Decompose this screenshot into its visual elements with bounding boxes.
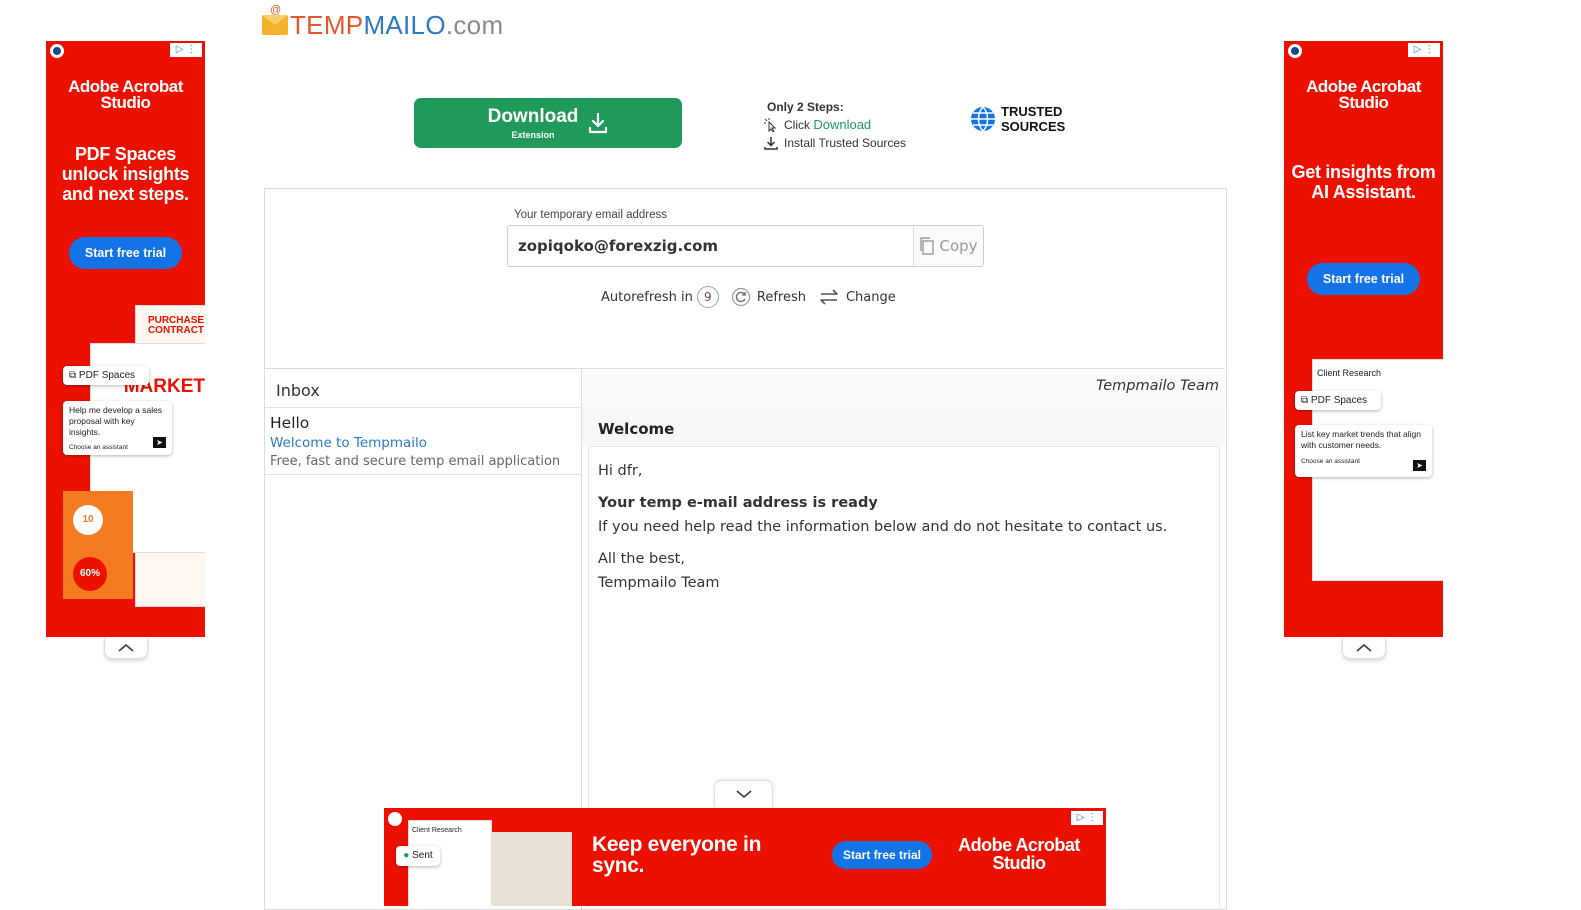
ad-left-banner[interactable]: ▷ ⋮ Adobe Acrobat Studio PDF Spaces unlo…	[46, 41, 205, 637]
copy-button[interactable]: Copy	[913, 226, 983, 266]
ad-left-doc-title: PURCHASE CONTRACT	[147, 315, 205, 336]
message-subject[interactable]: Welcome to Tempmailo	[270, 435, 427, 451]
cursor-click-icon	[764, 118, 777, 132]
ad-left-stat1: 10	[73, 505, 103, 535]
ad-left-cta-button[interactable]: Start free trial	[69, 237, 182, 269]
chevron-up-icon	[118, 643, 134, 652]
change-label: Change	[845, 289, 896, 305]
message-from: Hello	[270, 414, 310, 432]
body-signature: Tempmailo Team	[598, 575, 720, 591]
inbox-title: Inbox	[276, 381, 320, 400]
ad-right-headline: Get insights from AI Assistant.	[1291, 162, 1436, 202]
download-icon	[589, 112, 608, 134]
body-signoff: All the best,	[598, 551, 685, 567]
step1-text: Click	[784, 118, 810, 132]
ad-left-collapse-button[interactable]	[104, 638, 148, 659]
adchoices-icon[interactable]: ▷ ⋮	[1071, 811, 1103, 825]
check-icon: ●	[403, 850, 410, 861]
ad-left-headline: PDF Spaces unlock insights and next step…	[61, 144, 190, 204]
install-icon	[764, 137, 778, 150]
ad-right-collapse-button[interactable]	[1342, 638, 1386, 659]
logo-text-domain: .com	[445, 9, 504, 40]
trusted-line2: SOURCES	[1001, 119, 1066, 134]
ad-right-doc-title: Client Research	[1317, 368, 1382, 378]
ad-right-prompt-card: List key market trends that align with c…	[1295, 425, 1432, 477]
download-label: Download	[487, 105, 579, 127]
logo-text-mailo: MAILO	[363, 9, 446, 40]
logo-text-temp: TEMP	[290, 9, 364, 40]
ad-left-stat2: 60%	[73, 557, 107, 591]
ad-bottom-brand: Adobe Acrobat Studio	[958, 835, 1080, 873]
ad-left-assistant: Choose an assistant	[69, 444, 128, 451]
send-icon: ➤	[153, 437, 166, 448]
mail-logo-icon: @	[262, 4, 288, 35]
site-logo[interactable]: @ TEMP MAILO .com	[262, 4, 504, 42]
ad-left-prompt: Help me develop a sales proposal with ke…	[69, 405, 163, 437]
copy-icon	[920, 237, 935, 255]
address-label: Your temporary email address	[514, 209, 667, 221]
pdf-spaces-icon: ⧉	[1301, 395, 1309, 406]
ad-bottom-collapse-button[interactable]	[714, 780, 773, 807]
ad-left-brand: Adobe Acrobat Studio	[68, 77, 183, 112]
steps-title: Only 2 Steps:	[767, 100, 844, 114]
pdf-spaces-icon: ⧉	[69, 370, 77, 381]
ad-bottom-banner[interactable]: ▷ ⋮ Client Research ● Sent Keep everyone…	[384, 808, 1106, 906]
ad-bottom-photo	[492, 832, 572, 906]
ad-right-prompt: List key market trends that align with c…	[1301, 429, 1422, 450]
ad-right-assistant: Choose an assistant	[1301, 458, 1360, 465]
message-content: Hi dfr, Your temp e-mail address is read…	[598, 459, 1167, 595]
ad-bottom-cta-button[interactable]: Start free trial	[832, 841, 932, 869]
trusted-line1: TRUSTED	[1001, 104, 1063, 119]
refresh-button[interactable]: Refresh	[731, 287, 806, 307]
ad-right-brand: Adobe Acrobat Studio	[1306, 77, 1421, 112]
mail-controls: Autorefresh in 9 Refresh Change	[601, 286, 896, 308]
adchoices-icon[interactable]: ▷ ⋮	[170, 43, 202, 57]
ad-bottom-chip-label: Sent	[412, 850, 433, 861]
change-button[interactable]: Change	[818, 288, 896, 306]
address-value[interactable]: zopiqoko@forexzig.com	[508, 226, 913, 266]
refresh-icon	[731, 287, 750, 307]
message-subject-bar	[582, 408, 1225, 445]
download-extension-button[interactable]: Download Extension	[414, 98, 682, 148]
ad-right-cta-button[interactable]: Start free trial	[1307, 263, 1420, 295]
trusted-sources-badge[interactable]: TRUSTED SOURCES	[970, 104, 1065, 134]
swap-icon	[820, 289, 838, 305]
ad-badge-icon	[50, 44, 64, 58]
download-sublabel: Extension	[511, 129, 555, 140]
install-steps: Only 2 Steps: Click Download Install Tru…	[764, 98, 906, 152]
list-item[interactable]: Hello Welcome to Tempmailo Free, fast an…	[265, 408, 581, 475]
copy-label: Copy	[939, 237, 978, 255]
message-sender: Tempmailo Team	[1096, 378, 1219, 394]
ad-bottom-doc-title: Client Research	[412, 827, 462, 834]
send-icon: ➤	[1413, 460, 1426, 471]
body-greeting: Hi dfr,	[598, 463, 643, 479]
ad-left-chip: ⧉ PDF Spaces	[63, 366, 149, 385]
ad-badge-icon	[388, 812, 402, 826]
autorefresh-countdown: 9	[696, 286, 719, 308]
adchoices-icon[interactable]: ▷ ⋮	[1408, 43, 1440, 57]
body-line: If you need help read the information be…	[598, 519, 1168, 535]
chevron-down-icon	[735, 790, 752, 799]
ad-right-chip: ⧉ PDF Spaces	[1295, 391, 1381, 410]
message-title: Welcome	[598, 420, 675, 438]
ad-left-prompt-card: Help me develop a sales proposal with ke…	[63, 401, 172, 455]
ad-right-banner[interactable]: ▷ ⋮ Adobe Acrobat Studio Get insights fr…	[1284, 41, 1443, 637]
ad-badge-icon	[1288, 44, 1302, 58]
refresh-label: Refresh	[756, 289, 806, 305]
ad-left-stats-image: 10 60%	[63, 491, 133, 599]
address-field[interactable]: zopiqoko@forexzig.com Copy	[507, 225, 984, 267]
body-heading: Your temp e-mail address is ready	[598, 495, 878, 511]
ad-bottom-chip: ● Sent	[396, 846, 440, 866]
chevron-up-icon	[1356, 643, 1372, 652]
step1-download-link[interactable]: Download	[813, 117, 871, 132]
autorefresh-label: Autorefresh in	[601, 289, 693, 305]
globe-icon	[971, 106, 995, 132]
step2-text: Install Trusted Sources	[784, 136, 907, 150]
message-preview: Free, fast and secure temp email applica…	[270, 454, 561, 469]
ad-right-chip-label: PDF Spaces	[1310, 395, 1368, 406]
ad-left-chip-label: PDF Spaces	[78, 370, 136, 381]
ad-bottom-headline: Keep everyone in sync.	[592, 833, 762, 877]
